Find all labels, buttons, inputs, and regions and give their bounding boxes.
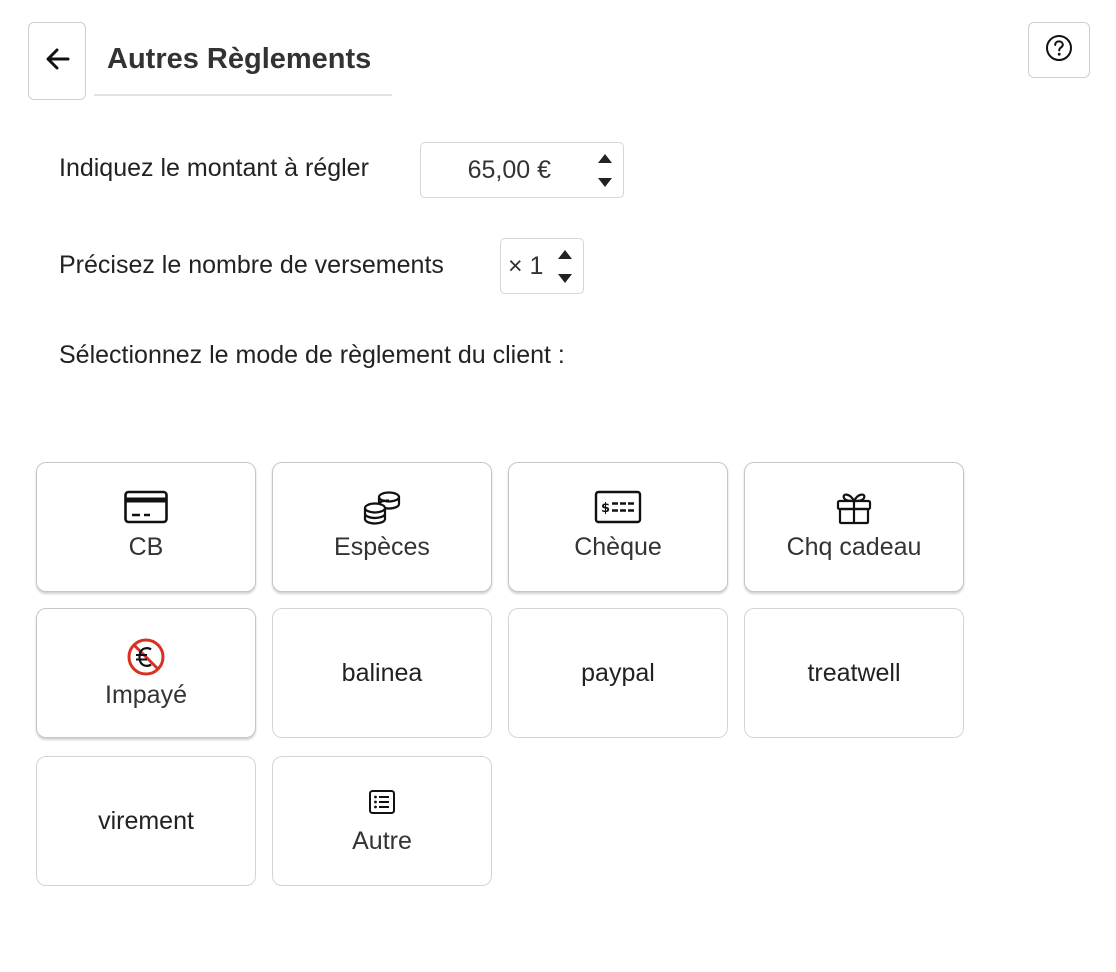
installments-input[interactable]: × 1	[500, 238, 584, 294]
amount-label: Indiquez le montant à régler	[59, 154, 369, 182]
payment-page: Autres Règlements Indiquez le montant à …	[0, 0, 1116, 972]
payment-mode-label: paypal	[581, 658, 655, 687]
credit-card-icon	[37, 489, 255, 525]
caret-up-icon[interactable]	[558, 250, 572, 259]
list-icon	[273, 789, 491, 815]
payment-mode-label: treatwell	[807, 658, 901, 687]
cheque-icon: $	[509, 489, 727, 525]
back-button[interactable]	[28, 22, 86, 100]
payment-mode-balinea[interactable]: balinea	[272, 608, 492, 738]
caret-up-icon[interactable]	[598, 154, 612, 163]
payment-mode-label: Espèces	[334, 533, 430, 561]
caret-down-icon[interactable]	[558, 274, 572, 283]
payment-mode-label: balinea	[341, 658, 423, 687]
amount-stepper[interactable]	[595, 148, 615, 192]
gift-icon	[745, 489, 963, 525]
svg-text:$: $	[601, 501, 610, 516]
arrow-left-icon	[44, 47, 70, 76]
page-title: Autres Règlements	[94, 24, 392, 96]
payment-mode-label: Impayé	[105, 681, 187, 709]
payment-mode-label: virement	[98, 806, 194, 835]
amount-input[interactable]: 65,00 €	[420, 142, 624, 198]
payment-mode-paypal[interactable]: paypal	[508, 608, 728, 738]
payment-mode-chq-cadeau[interactable]: Chq cadeau	[744, 462, 964, 592]
coins-icon	[273, 489, 491, 525]
payment-mode-especes[interactable]: Espèces	[272, 462, 492, 592]
installments-stepper[interactable]	[555, 244, 575, 288]
help-button[interactable]	[1028, 22, 1090, 78]
payment-mode-cheque[interactable]: $ Chèque	[508, 462, 728, 592]
payment-mode-impaye[interactable]: Impayé	[36, 608, 256, 738]
amount-value: 65,00 €	[467, 156, 551, 184]
payment-mode-treatwell[interactable]: treatwell	[744, 608, 964, 738]
payment-mode-label: CB	[128, 533, 164, 561]
payment-mode-cb[interactable]: CB	[36, 462, 256, 592]
payment-mode-label: Autre	[352, 827, 412, 855]
installments-label: Précisez le nombre de versements	[59, 251, 444, 279]
installments-value: × 1	[508, 252, 544, 280]
no-euro-icon	[37, 637, 255, 677]
payment-mode-autre[interactable]: Autre	[272, 756, 492, 886]
payment-mode-label: Sélectionnez le mode de règlement du cli…	[59, 341, 565, 369]
payment-mode-label: Chèque	[574, 533, 662, 561]
question-circle-icon	[1045, 34, 1073, 67]
payment-mode-virement[interactable]: virement	[36, 756, 256, 886]
caret-down-icon[interactable]	[598, 178, 612, 187]
payment-mode-label: Chq cadeau	[786, 533, 922, 561]
